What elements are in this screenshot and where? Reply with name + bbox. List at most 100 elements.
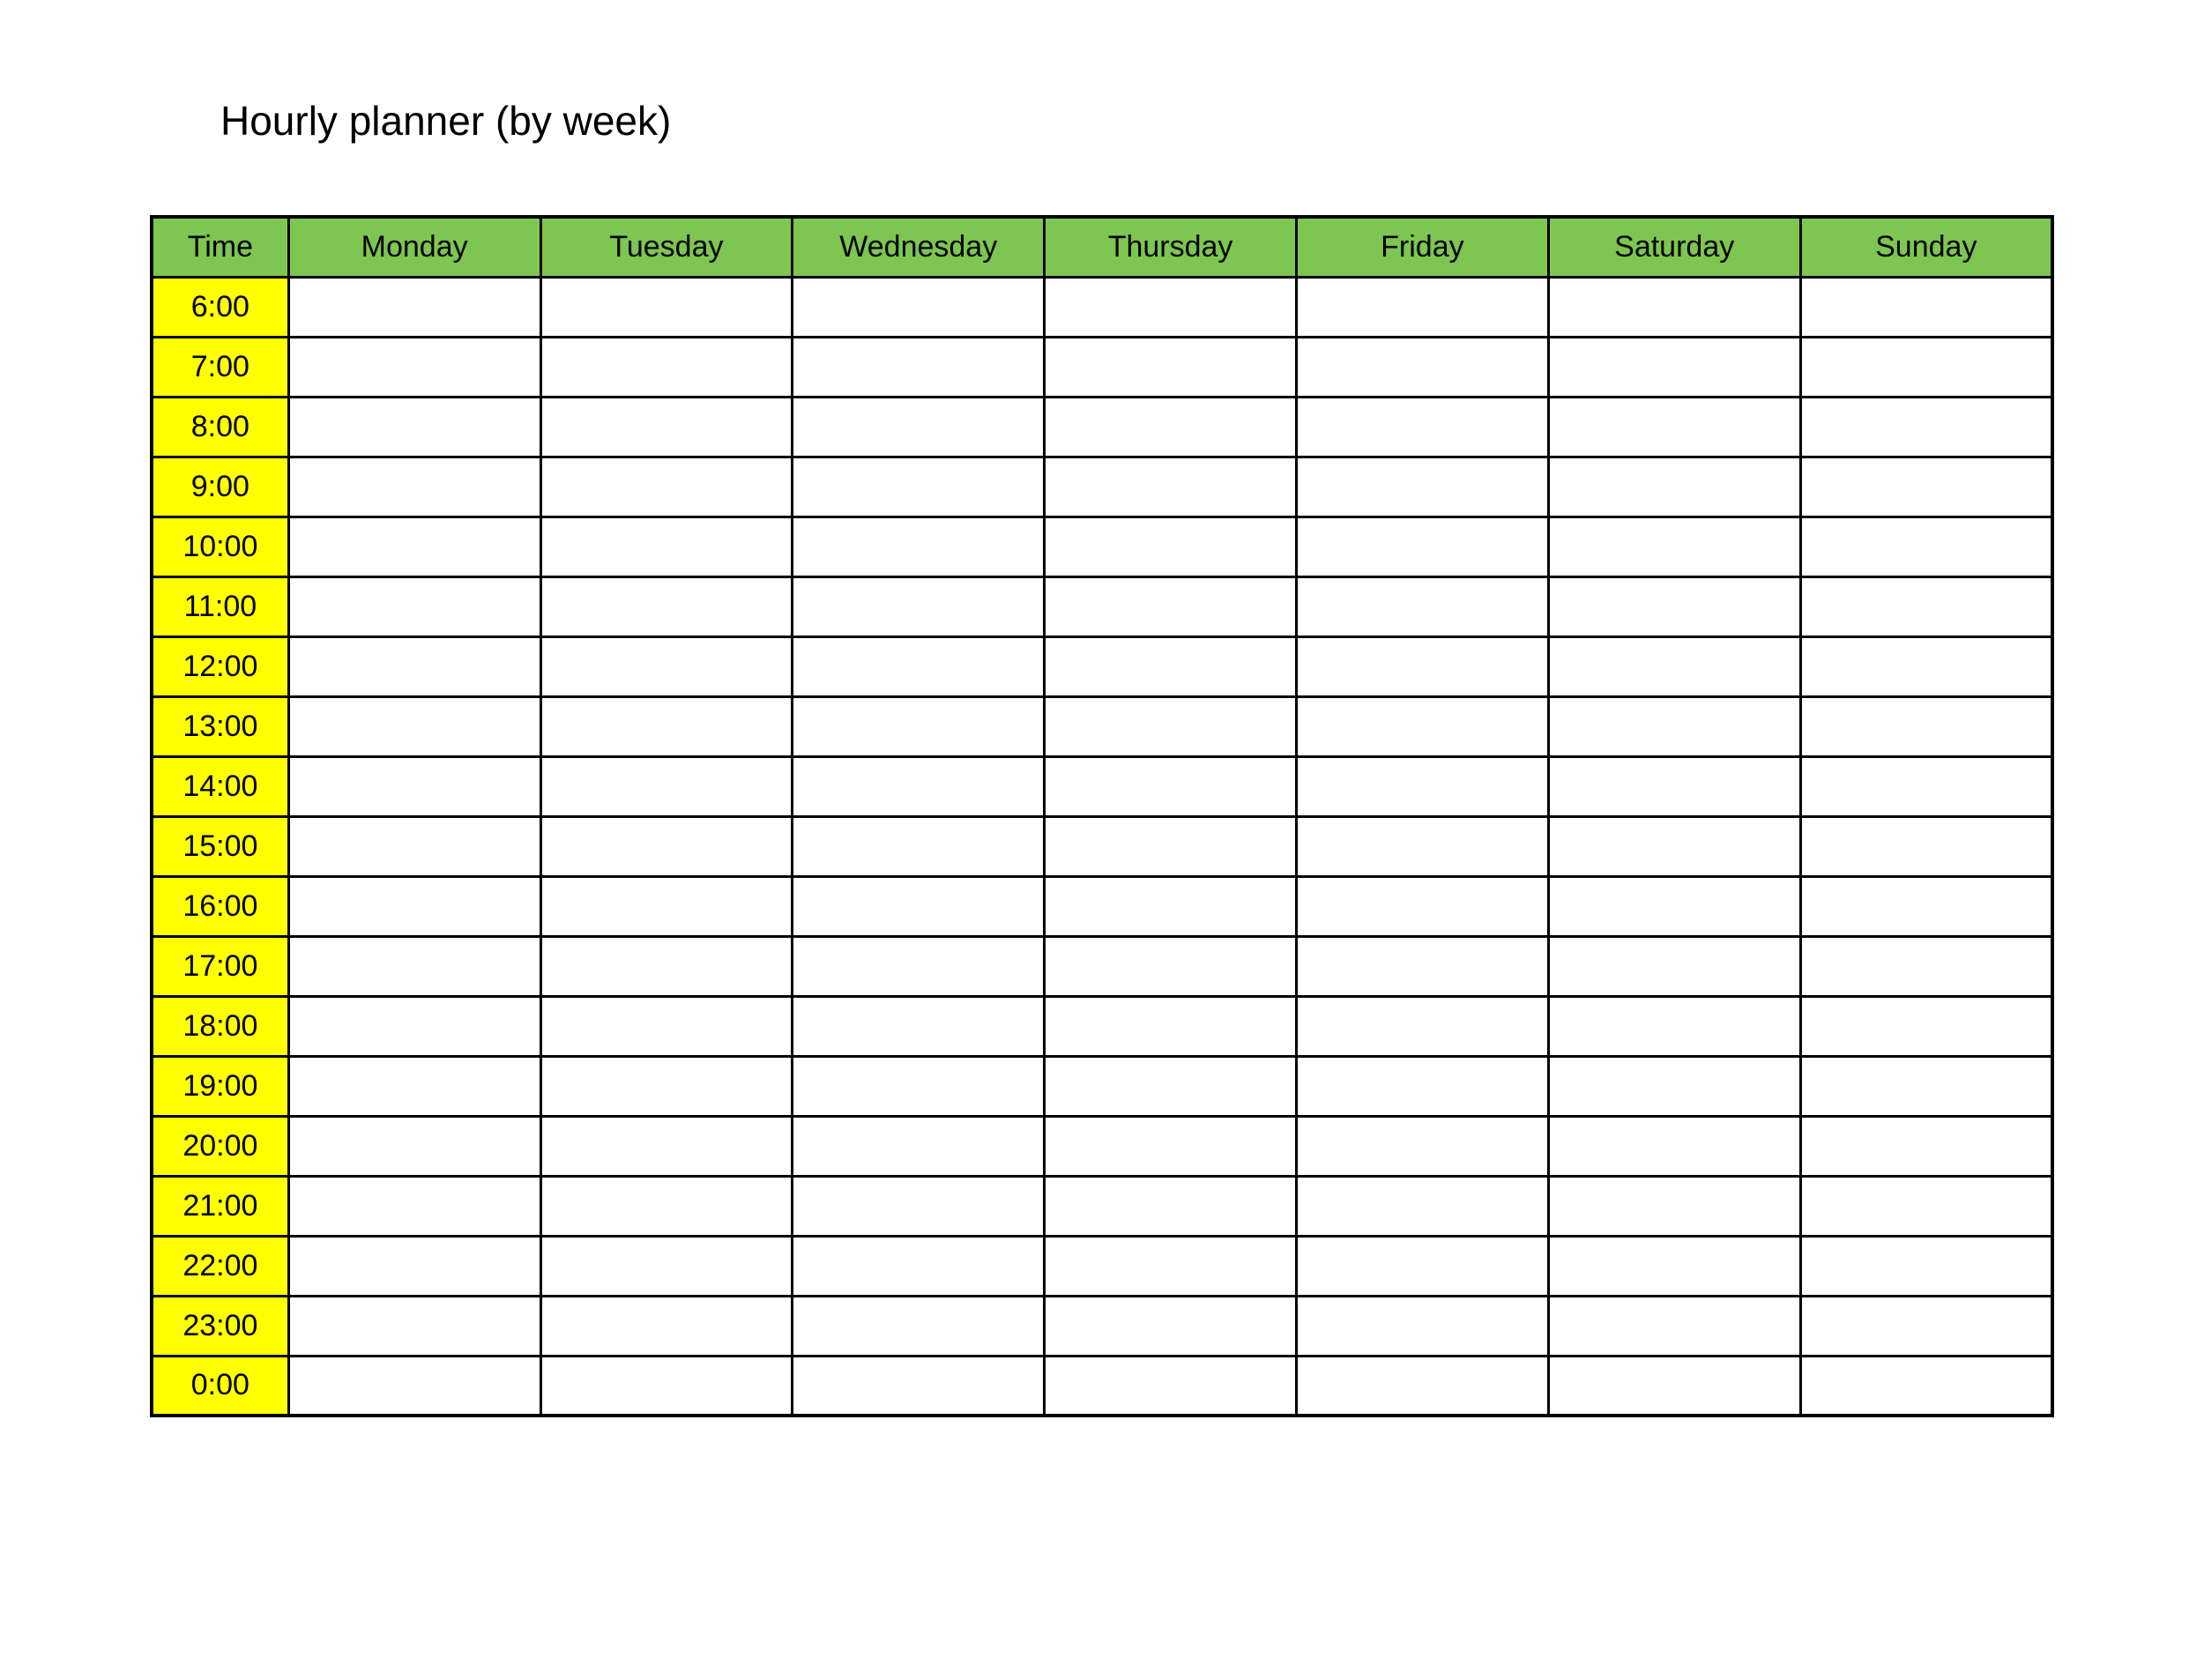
planner-cell[interactable]: [1045, 1236, 1297, 1296]
planner-cell[interactable]: [1548, 1296, 1800, 1356]
planner-cell[interactable]: [793, 876, 1045, 936]
planner-cell[interactable]: [540, 996, 793, 1056]
planner-cell[interactable]: [288, 1356, 540, 1416]
planner-cell[interactable]: [793, 696, 1045, 756]
planner-cell[interactable]: [540, 337, 793, 397]
planner-cell[interactable]: [288, 816, 540, 876]
planner-cell[interactable]: [1800, 816, 2052, 876]
planner-cell[interactable]: [1296, 457, 1548, 517]
planner-cell[interactable]: [1296, 876, 1548, 936]
planner-cell[interactable]: [1045, 397, 1297, 457]
planner-cell[interactable]: [1548, 696, 1800, 756]
planner-cell[interactable]: [1548, 1056, 1800, 1116]
planner-cell[interactable]: [793, 277, 1045, 337]
planner-cell[interactable]: [793, 936, 1045, 996]
planner-cell[interactable]: [1800, 397, 2052, 457]
planner-cell[interactable]: [288, 1116, 540, 1176]
planner-cell[interactable]: [793, 337, 1045, 397]
planner-cell[interactable]: [793, 996, 1045, 1056]
planner-cell[interactable]: [1296, 517, 1548, 576]
planner-cell[interactable]: [1045, 277, 1297, 337]
planner-cell[interactable]: [540, 936, 793, 996]
planner-cell[interactable]: [1800, 1176, 2052, 1236]
planner-cell[interactable]: [1800, 277, 2052, 337]
planner-cell[interactable]: [1800, 457, 2052, 517]
planner-cell[interactable]: [540, 636, 793, 696]
planner-cell[interactable]: [1296, 576, 1548, 636]
planner-cell[interactable]: [288, 517, 540, 576]
planner-cell[interactable]: [1548, 337, 1800, 397]
planner-cell[interactable]: [540, 876, 793, 936]
planner-cell[interactable]: [1045, 1176, 1297, 1236]
planner-cell[interactable]: [540, 1116, 793, 1176]
planner-cell[interactable]: [288, 1056, 540, 1116]
planner-cell[interactable]: [540, 696, 793, 756]
planner-cell[interactable]: [1800, 876, 2052, 936]
planner-cell[interactable]: [1296, 636, 1548, 696]
planner-cell[interactable]: [540, 1056, 793, 1116]
planner-cell[interactable]: [1045, 457, 1297, 517]
planner-cell[interactable]: [793, 1236, 1045, 1296]
planner-cell[interactable]: [1045, 756, 1297, 816]
planner-cell[interactable]: [288, 457, 540, 517]
planner-cell[interactable]: [1548, 517, 1800, 576]
planner-cell[interactable]: [1548, 1356, 1800, 1416]
planner-cell[interactable]: [1045, 517, 1297, 576]
planner-cell[interactable]: [793, 636, 1045, 696]
planner-cell[interactable]: [793, 397, 1045, 457]
planner-cell[interactable]: [1045, 1356, 1297, 1416]
planner-cell[interactable]: [288, 1236, 540, 1296]
planner-cell[interactable]: [1045, 816, 1297, 876]
planner-cell[interactable]: [1296, 1236, 1548, 1296]
planner-cell[interactable]: [1548, 756, 1800, 816]
planner-cell[interactable]: [1800, 576, 2052, 636]
planner-cell[interactable]: [288, 576, 540, 636]
planner-cell[interactable]: [1548, 277, 1800, 337]
planner-cell[interactable]: [1296, 397, 1548, 457]
planner-cell[interactable]: [1548, 1236, 1800, 1296]
planner-cell[interactable]: [540, 576, 793, 636]
planner-cell[interactable]: [1548, 1176, 1800, 1236]
planner-cell[interactable]: [540, 1176, 793, 1236]
planner-cell[interactable]: [1548, 457, 1800, 517]
planner-cell[interactable]: [1548, 636, 1800, 696]
planner-cell[interactable]: [540, 397, 793, 457]
planner-cell[interactable]: [1296, 696, 1548, 756]
planner-cell[interactable]: [1296, 816, 1548, 876]
planner-cell[interactable]: [1296, 277, 1548, 337]
planner-cell[interactable]: [1548, 996, 1800, 1056]
planner-cell[interactable]: [1045, 876, 1297, 936]
planner-cell[interactable]: [1045, 576, 1297, 636]
planner-cell[interactable]: [540, 277, 793, 337]
planner-cell[interactable]: [793, 576, 1045, 636]
planner-cell[interactable]: [1548, 816, 1800, 876]
planner-cell[interactable]: [288, 936, 540, 996]
planner-cell[interactable]: [1800, 337, 2052, 397]
planner-cell[interactable]: [1548, 876, 1800, 936]
planner-cell[interactable]: [1548, 576, 1800, 636]
planner-cell[interactable]: [1045, 337, 1297, 397]
planner-cell[interactable]: [793, 517, 1045, 576]
planner-cell[interactable]: [1800, 1356, 2052, 1416]
planner-cell[interactable]: [1296, 1296, 1548, 1356]
planner-cell[interactable]: [1800, 1116, 2052, 1176]
planner-cell[interactable]: [1045, 996, 1297, 1056]
planner-cell[interactable]: [793, 457, 1045, 517]
planner-cell[interactable]: [1045, 1056, 1297, 1116]
planner-cell[interactable]: [1045, 1296, 1297, 1356]
planner-cell[interactable]: [1800, 756, 2052, 816]
planner-cell[interactable]: [1800, 1236, 2052, 1296]
planner-cell[interactable]: [288, 337, 540, 397]
planner-cell[interactable]: [1800, 1056, 2052, 1116]
planner-cell[interactable]: [1548, 1116, 1800, 1176]
planner-cell[interactable]: [1296, 1056, 1548, 1116]
planner-cell[interactable]: [540, 1296, 793, 1356]
planner-cell[interactable]: [288, 1176, 540, 1236]
planner-cell[interactable]: [288, 696, 540, 756]
planner-cell[interactable]: [540, 816, 793, 876]
planner-cell[interactable]: [1800, 996, 2052, 1056]
planner-cell[interactable]: [288, 996, 540, 1056]
planner-cell[interactable]: [1296, 936, 1548, 996]
planner-cell[interactable]: [1296, 756, 1548, 816]
planner-cell[interactable]: [288, 876, 540, 936]
